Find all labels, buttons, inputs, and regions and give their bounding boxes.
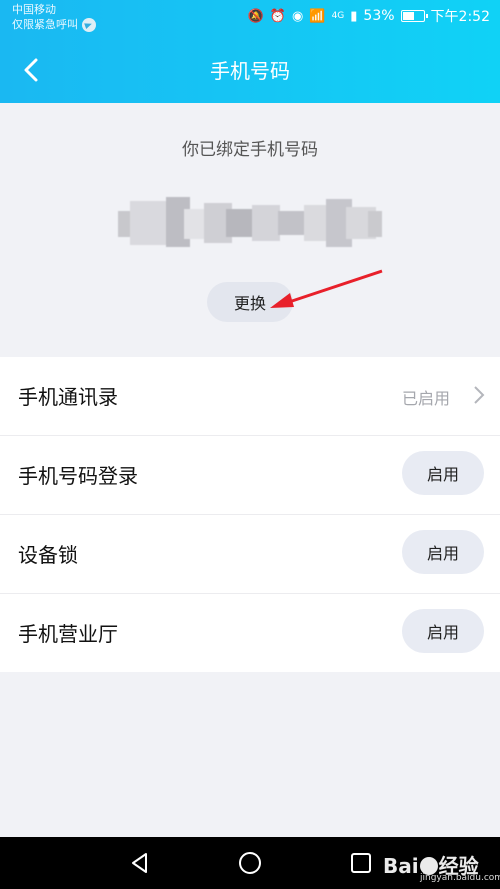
list-item-device-lock: 设备锁 启用 — [0, 515, 500, 594]
phone-login-label: 手机号码登录 — [18, 464, 138, 488]
status-bar-left: 中国移动 仅限紧急呼叫 — [12, 2, 96, 32]
status-bar-right: 🔕 ⏰ ◉ 📶 4G ▮ 53% 下午2:52 — [248, 6, 490, 26]
clock: 下午2:52 — [430, 9, 490, 25]
contacts-label: 手机通讯录 — [18, 385, 118, 409]
bound-phone-section: 你已绑定手机号码 更换 — [0, 103, 500, 357]
emergency-text: 仅限紧急呼叫 — [12, 18, 78, 31]
telegram-icon — [82, 17, 96, 32]
chevron-right-icon — [474, 386, 485, 404]
battery-icon — [400, 10, 428, 22]
device-lock-enable-button[interactable]: 启用 — [402, 530, 484, 574]
device-lock-label: 设备锁 — [18, 543, 78, 567]
mobile-hall-enable-button[interactable]: 启用 — [402, 609, 484, 653]
nav-recent-apps-icon[interactable] — [350, 852, 372, 874]
list-item-mobile-hall: 手机营业厅 启用 — [0, 594, 500, 672]
watermark-brand: Bai — [383, 854, 419, 878]
phone-number-redacted — [118, 193, 383, 251]
carrier-text: 中国移动 — [12, 3, 56, 16]
eye-icon: ◉ — [292, 8, 304, 24]
nav-back-icon[interactable] — [128, 851, 152, 875]
battery-percent: 53% — [363, 8, 395, 24]
app-header: 中国移动 仅限紧急呼叫 🔕 ⏰ ◉ 📶 4G ▮ 53% 下午2:52 手机号码 — [0, 0, 500, 103]
alarm-icon: ⏰ — [269, 8, 287, 24]
contacts-status: 已启用 — [401, 389, 450, 408]
mute-icon: 🔕 — [247, 8, 264, 24]
wifi-icon: 📶 — [309, 8, 326, 24]
network-type: 4G — [331, 11, 345, 21]
list-item-phone-login: 手机号码登录 启用 — [0, 436, 500, 515]
signal-icon: ▮ — [350, 8, 358, 24]
bound-phone-label: 你已绑定手机号码 — [182, 140, 318, 160]
nav-home-icon[interactable] — [238, 851, 262, 875]
watermark-url: jingyan.baidu.com — [420, 873, 500, 883]
red-arrow-annotation — [270, 269, 383, 308]
phone-login-enable-button[interactable]: 启用 — [402, 451, 484, 495]
list-item-contacts[interactable]: 手机通讯录 已启用 — [0, 357, 500, 436]
page-title: 手机号码 — [210, 59, 290, 83]
mobile-hall-label: 手机营业厅 — [18, 622, 118, 646]
phone-settings-list: 手机通讯录 已启用 手机号码登录 启用 设备锁 启用 手机营业厅 启用 — [0, 357, 500, 672]
